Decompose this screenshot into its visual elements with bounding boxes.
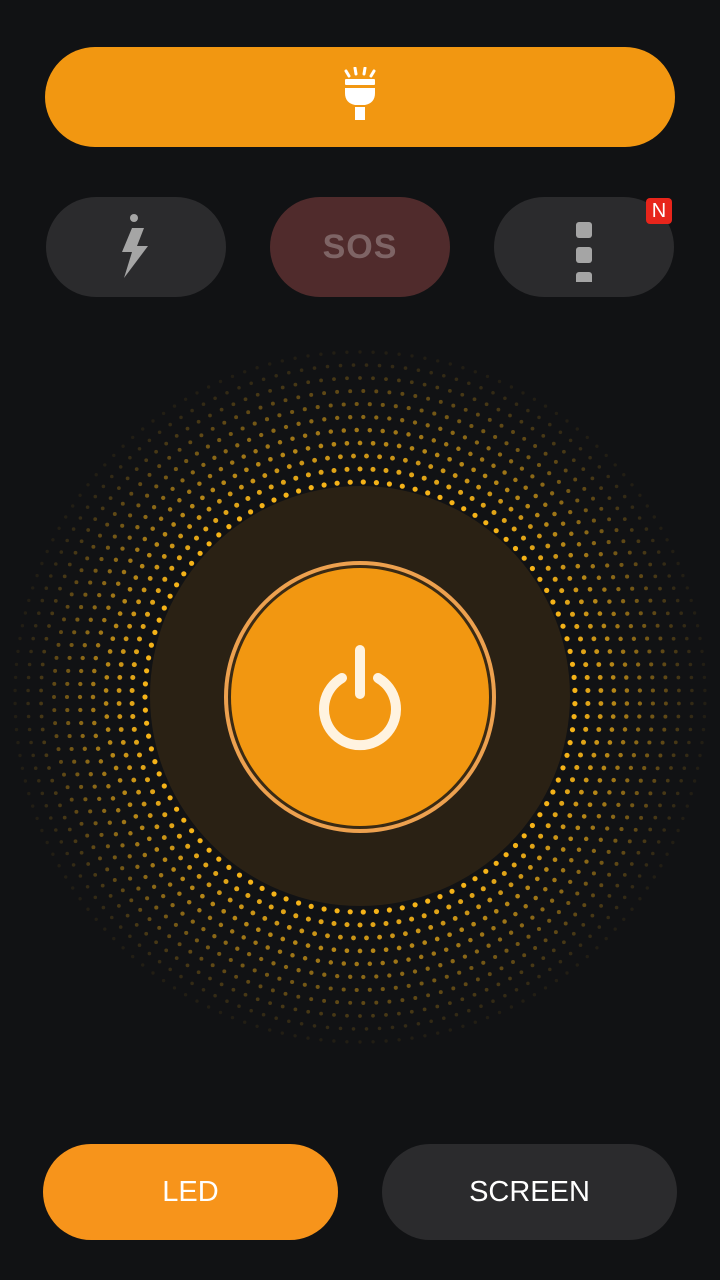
more-vert-icon [576,222,592,282]
strobe-button[interactable] [46,197,226,297]
flashlight-app: SOS N LED SCREEN [0,0,720,1280]
flashlight-icon [344,67,376,120]
led-mode-button[interactable]: LED [43,1144,338,1240]
flashlight-toggle-bar[interactable] [45,47,675,147]
more-button[interactable]: N [494,197,674,297]
sos-button[interactable]: SOS [270,197,450,297]
screen-mode-button[interactable]: SCREEN [382,1144,677,1240]
sos-label: SOS [322,227,398,266]
power-icon [319,645,401,751]
power-button[interactable] [224,561,496,833]
strobe-icon [122,214,148,278]
new-badge: N [646,198,672,224]
